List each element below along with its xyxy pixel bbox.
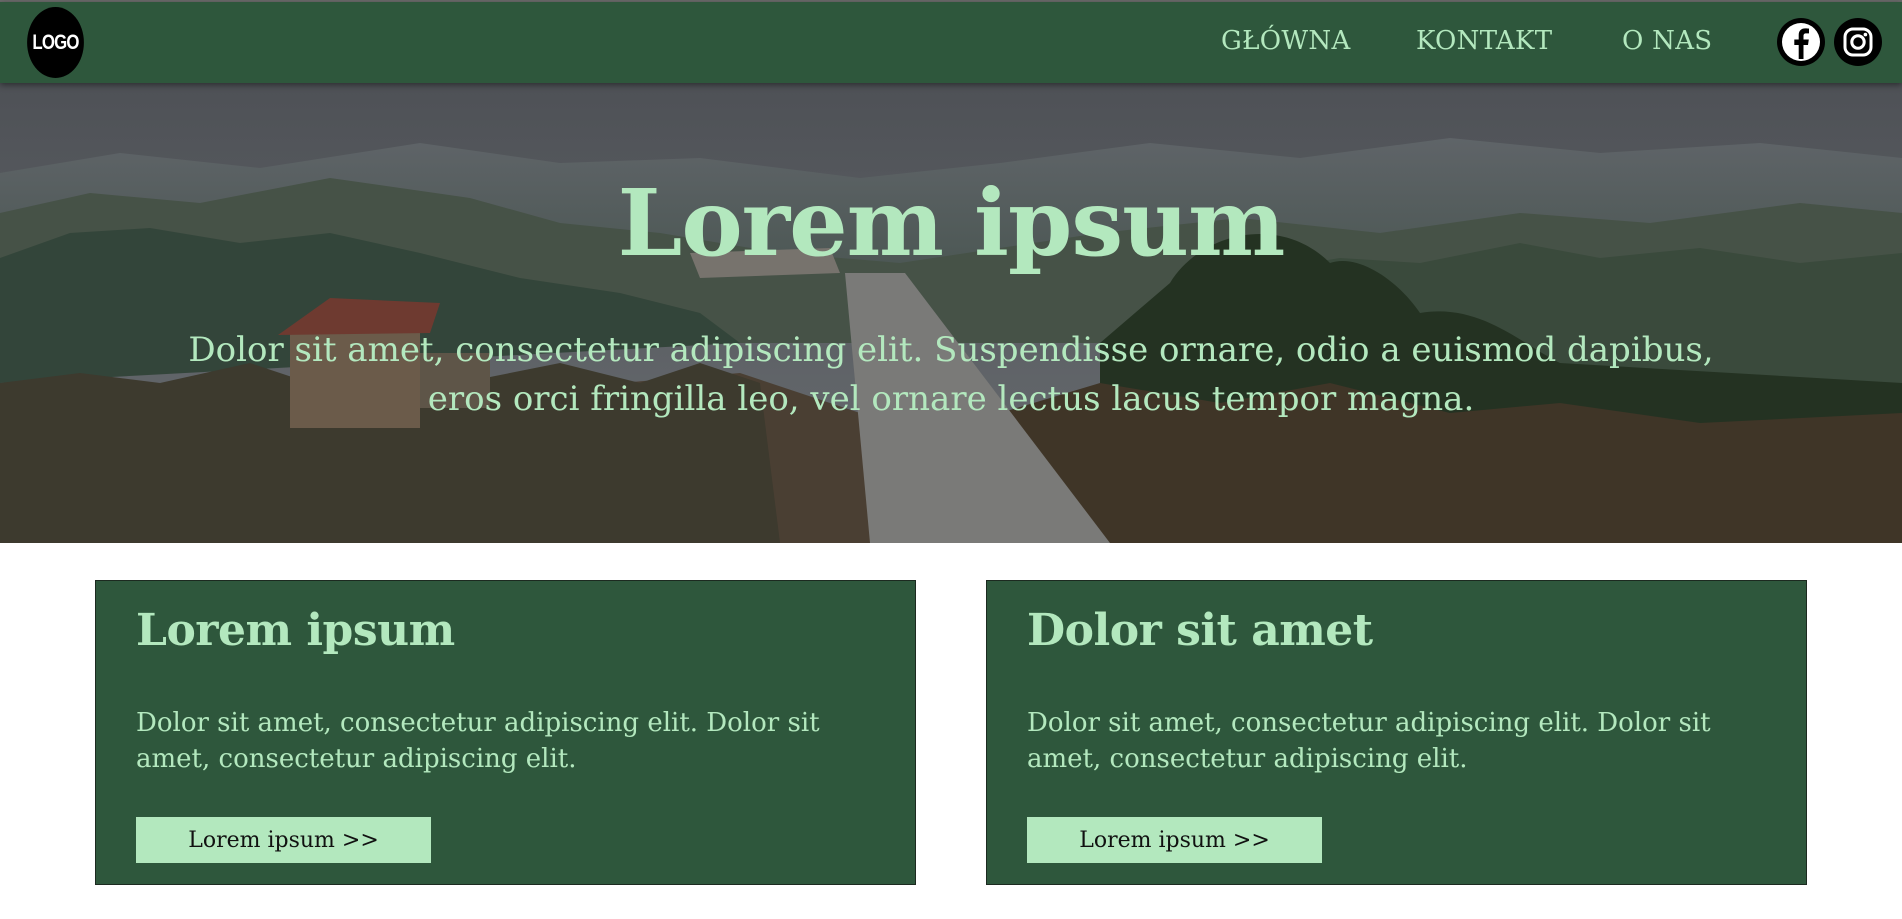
card-title: Lorem ipsum [136,605,455,656]
card-1: Lorem ipsum Dolor sit amet, consectetur … [95,580,916,885]
site-header: LOGO GŁÓWNA KONTAKT O NAS [0,2,1902,83]
hero-title: Lorem ipsum [617,169,1286,277]
main-nav: GŁÓWNA KONTAKT O NAS [0,2,1902,83]
instagram-icon[interactable] [1834,18,1882,66]
hero-background-image [0,83,1902,543]
facebook-icon[interactable] [1777,18,1825,66]
nav-link-o-nas[interactable]: O NAS [1622,26,1712,56]
card-2: Dolor sit amet Dolor sit amet, consectet… [986,580,1807,885]
card-text: Dolor sit amet, consectetur adipiscing e… [136,708,820,774]
card-text: Dolor sit amet, consectetur adipiscing e… [1027,708,1711,774]
nav-link-glowna[interactable]: GŁÓWNA [1221,26,1351,56]
nav-link-kontakt[interactable]: KONTAKT [1416,26,1552,56]
hero-banner: Lorem ipsum Dolor sit amet, consectetur … [0,83,1902,543]
card-2-button[interactable]: Lorem ipsum >> [1027,817,1322,863]
card-1-button[interactable]: Lorem ipsum >> [136,817,431,863]
hero-text: Dolor sit amet, consectetur adipiscing e… [188,330,1714,419]
card-title: Dolor sit amet [1027,605,1373,656]
